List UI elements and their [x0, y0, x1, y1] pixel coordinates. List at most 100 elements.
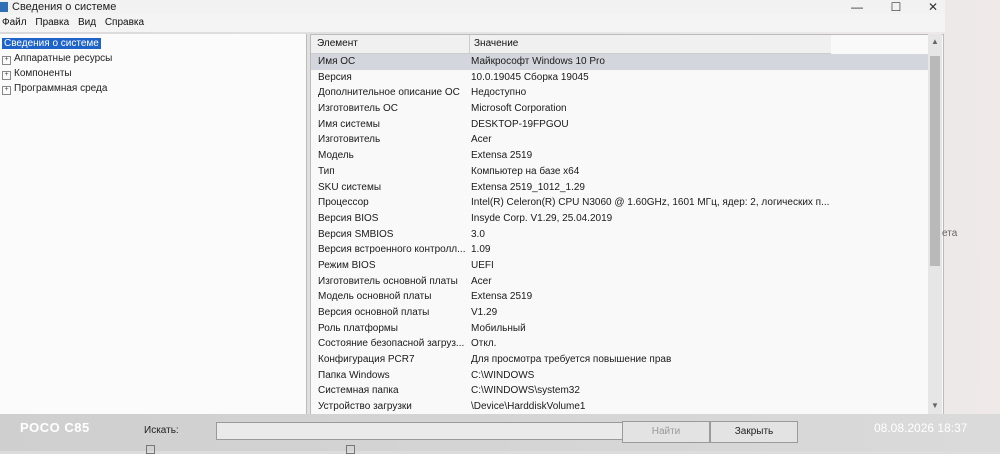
checkbox-category-names[interactable] [346, 444, 358, 454]
row-key: Состояние безопасной загруз... [318, 338, 465, 350]
background-text: ета [942, 228, 958, 239]
row-key: Версия встроенного контролл... [318, 244, 466, 256]
tree-item-hardware-resources[interactable]: + Аппаратные ресурсы [2, 52, 112, 66]
row-key: Версия SMBIOS [318, 228, 394, 240]
details-list: Элемент Значение Имя ОС Майкрософт Window… [310, 34, 944, 416]
find-button[interactable]: Найти [622, 421, 710, 443]
table-row[interactable]: Имя системы DESKTOP-19FPGOU [311, 117, 933, 133]
table-row[interactable]: Системная папка C:\WINDOWS\system32 [311, 383, 933, 399]
row-key: Режим BIOS [318, 259, 376, 271]
table-row[interactable]: Имя ОС Майкрософт Windows 10 Pro [311, 54, 933, 70]
table-row[interactable]: Модель Extensa 2519 [311, 148, 933, 164]
search-input[interactable] [216, 422, 626, 440]
table-row[interactable]: Версия встроенного контролл... 1.09 [311, 242, 933, 258]
menu-bar: Файл Правка Вид Справка [0, 14, 945, 32]
row-value: Недоступно [471, 87, 527, 99]
tree-item-system-summary[interactable]: Сведения о системе [2, 37, 101, 51]
row-value: UEFI [471, 259, 494, 271]
menu-edit[interactable]: Правка [35, 14, 69, 32]
row-key: Дополнительное описание ОС [318, 87, 460, 99]
row-key: Модель основной платы [318, 291, 432, 303]
row-key: Версия [318, 71, 352, 83]
close-button[interactable]: ✕ [918, 0, 948, 14]
row-value: Acer [471, 275, 492, 287]
search-label: Искать: [144, 425, 179, 436]
row-key: Тип [318, 165, 335, 177]
table-row[interactable]: Конфигурация PCR7 Для просмотра требуется… [311, 352, 933, 368]
menu-file[interactable]: Файл [2, 14, 27, 32]
row-value: 1.09 [471, 244, 491, 256]
tree-item-label: Программная среда [14, 83, 108, 94]
row-value: 3.0 [471, 228, 485, 240]
row-value: Для просмотра требуется повышение прав [471, 354, 672, 366]
close-search-button[interactable]: Закрыть [710, 421, 798, 443]
column-header-item[interactable]: Элемент [317, 35, 358, 53]
minimize-button[interactable]: — [842, 0, 872, 14]
window-title: Сведения о системе [12, 1, 117, 13]
table-row[interactable]: Версия основной платы V1.29 [311, 305, 933, 321]
row-value: Insyde Corp. V1.29, 25.04.2019 [471, 212, 613, 224]
checkbox-selected-category[interactable] [146, 444, 158, 454]
table-row[interactable]: Тип Компьютер на базе x64 [311, 164, 933, 180]
row-key: Версия BIOS [318, 212, 379, 224]
row-value: C:\WINDOWS\system32 [471, 385, 580, 397]
column-header-value[interactable]: Значение [469, 35, 518, 53]
tree-item-label: Компоненты [14, 68, 72, 79]
tree-item-components[interactable]: + Компоненты [2, 67, 72, 81]
table-row[interactable]: Устройство загрузки \Device\HarddiskVolum… [311, 399, 933, 415]
row-value: \Device\HarddiskVolume1 [471, 401, 586, 413]
table-row[interactable]: Версия BIOS Insyde Corp. V1.29, 25.04.201… [311, 211, 933, 227]
table-row[interactable]: Модель основной платы Extensa 2519 [311, 289, 933, 305]
row-key: Конфигурация PCR7 [318, 354, 415, 366]
row-key: Изготовитель основной платы [318, 275, 458, 287]
row-key: Имя системы [318, 118, 380, 130]
table-row[interactable]: Изготовитель ОС Microsoft Corporation [311, 101, 933, 117]
scroll-thumb[interactable] [930, 56, 940, 266]
maximize-button[interactable]: ☐ [881, 0, 911, 14]
column-header-row: Элемент Значение [311, 35, 831, 54]
row-key: Системная папка [318, 385, 399, 397]
table-row[interactable]: Изготовитель Acer [311, 132, 933, 148]
table-row[interactable]: Процессор Intel(R) Celeron(R) CPU N3060 @… [311, 195, 933, 211]
screen: Сведения о системе — ☐ ✕ Файл Правка Вид… [0, 0, 1000, 454]
row-value: Компьютер на базе x64 [471, 165, 580, 177]
tree-item-software-environment[interactable]: + Программная среда [2, 82, 107, 96]
row-value: V1.29 [471, 307, 498, 318]
expand-icon[interactable]: + [2, 86, 11, 95]
table-row[interactable]: Роль платформы Мобильный [311, 321, 933, 337]
row-value: Мобильный [471, 322, 526, 334]
checkbox-icon[interactable] [146, 445, 155, 454]
vertical-scrollbar[interactable]: ▲ ▼ [928, 34, 942, 414]
row-value: Extensa 2519 [471, 150, 533, 162]
table-rows: Имя ОС Майкрософт Windows 10 Pro Версия 10.… [311, 54, 933, 415]
expand-icon[interactable]: + [2, 56, 11, 65]
row-key: Изготовитель ОС [318, 103, 398, 115]
table-row[interactable]: Изготовитель основной платы Acer [311, 274, 933, 290]
scroll-up-icon[interactable]: ▲ [928, 36, 942, 48]
table-row[interactable]: Версия 10.0.19045 Сборка 19045 [311, 70, 933, 86]
expand-icon[interactable]: + [2, 71, 11, 80]
row-value: Откл. [471, 338, 497, 350]
table-row[interactable]: Состояние безопасной загруз... Откл. [311, 336, 933, 352]
table-row[interactable]: Дополнительное описание ОС Недоступно [311, 85, 933, 101]
checkbox-icon[interactable] [346, 445, 355, 454]
row-value: Acer [471, 134, 492, 146]
row-key: Изготовитель [318, 134, 381, 146]
menu-help[interactable]: Справка [105, 14, 144, 32]
row-key: Имя ОС [318, 56, 356, 67]
table-row[interactable]: Режим BIOS UEFI [311, 258, 933, 274]
search-bar: POCO C85 Искать: Найти Закрыть 08.08.202… [0, 414, 1000, 454]
photo-timestamp: 08.08.2026 18:37 [874, 421, 968, 435]
row-value: Intel(R) Celeron(R) CPU N3060 @ 1.60GHz,… [471, 197, 830, 209]
table-row[interactable]: Версия SMBIOS 3.0 [311, 227, 933, 243]
scroll-down-icon[interactable]: ▼ [928, 400, 942, 412]
row-key: Устройство загрузки [318, 401, 412, 413]
category-tree: Сведения о системе + Аппаратные ресурсы +… [0, 34, 307, 414]
menu-view[interactable]: Вид [78, 14, 96, 32]
title-bar: Сведения о системе — ☐ ✕ [0, 0, 945, 14]
device-watermark: POCO C85 [20, 420, 90, 435]
row-value: 10.0.19045 Сборка 19045 [471, 71, 589, 83]
table-row[interactable]: Папка Windows C:\WINDOWS [311, 368, 933, 384]
row-key: Роль платформы [318, 322, 398, 334]
table-row[interactable]: SKU системы Extensa 2519_1012_1.29 [311, 180, 933, 196]
